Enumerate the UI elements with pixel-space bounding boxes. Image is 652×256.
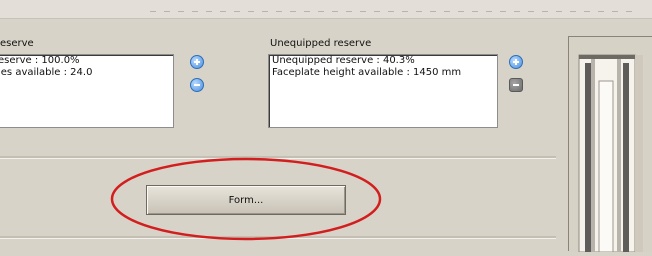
minus-icon	[513, 84, 519, 86]
left-increment-button[interactable]	[190, 55, 204, 69]
right-decrement-button	[509, 78, 523, 92]
left-group-title: eserve	[0, 38, 34, 49]
top-bar	[0, 0, 652, 19]
plus-icon	[194, 59, 200, 65]
top-bar-divider	[150, 11, 640, 12]
left-reserve-line-2: les available : 24.0	[0, 67, 93, 78]
section-divider-top	[0, 156, 556, 159]
left-decrement-button[interactable]	[190, 78, 204, 92]
right-reserve-line-1: Unequipped reserve : 40.3%	[272, 55, 415, 66]
left-reserve-textbox[interactable]: eserve : 100.0% les available : 24.0	[0, 54, 174, 128]
plus-icon	[513, 59, 519, 65]
minus-icon	[194, 84, 200, 86]
right-reserve-line-2: Faceplate height available : 1450 mm	[272, 67, 462, 78]
right-reserve-textbox[interactable]: Unequipped reserve : 40.3% Faceplate hei…	[268, 54, 498, 128]
section-divider-bottom	[0, 236, 556, 239]
preview-panel	[568, 36, 652, 253]
form-button[interactable]: Form...	[146, 185, 346, 215]
left-reserve-line-1: eserve : 100.0%	[0, 55, 80, 66]
rack-preview	[569, 37, 652, 253]
right-group-title: Unequipped reserve	[270, 38, 372, 49]
right-increment-button[interactable]	[509, 55, 523, 69]
